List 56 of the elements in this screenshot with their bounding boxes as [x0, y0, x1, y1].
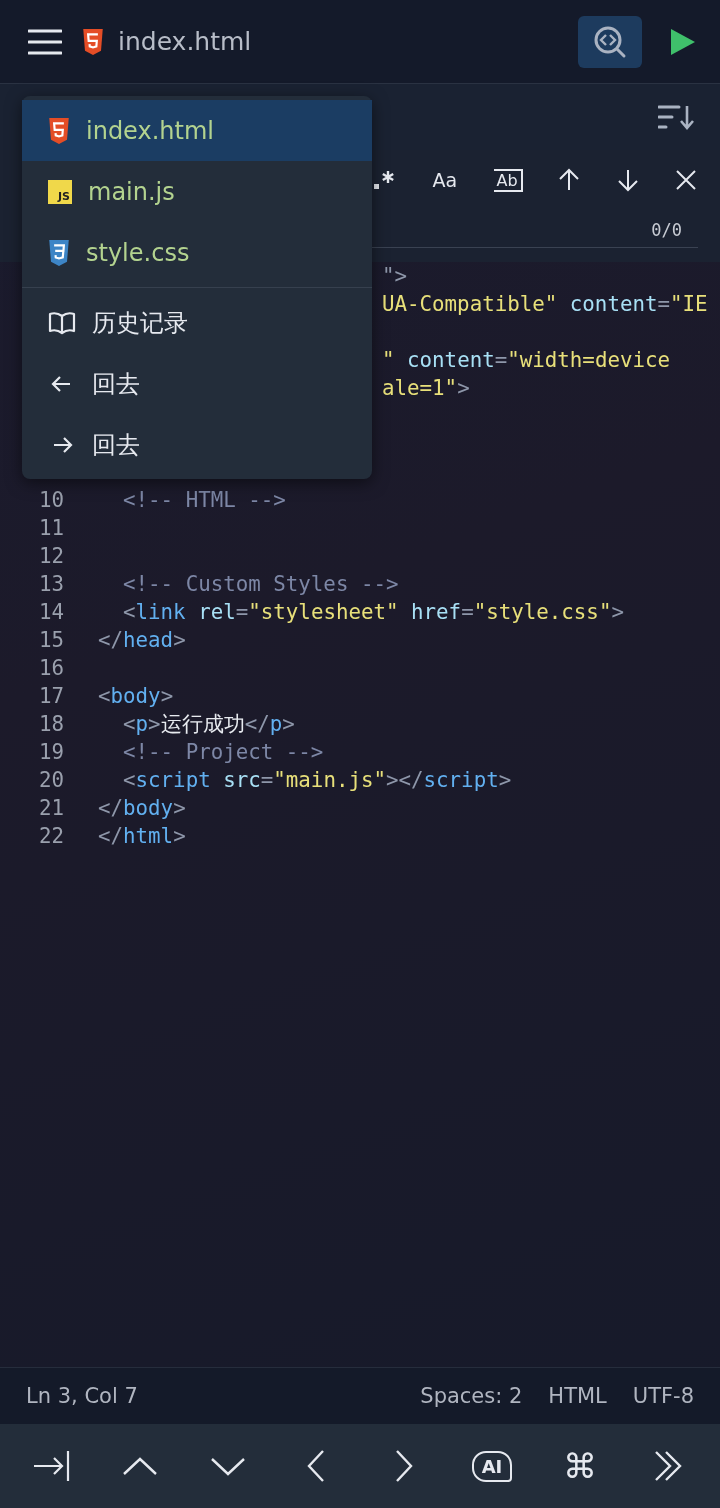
status-item[interactable]: UTF-8: [632, 1384, 694, 1408]
preview-button[interactable]: [578, 15, 642, 68]
code-line: </html>: [98, 824, 186, 848]
line-number: 22: [37, 824, 64, 848]
code-line: <!-- HTML -->: [122, 488, 286, 512]
close-icon[interactable]: [673, 168, 698, 192]
code-line: <p>运行成功</p>: [122, 711, 295, 738]
code-line: </head>: [98, 628, 186, 652]
code-line: UA-Compatible" content="IE: [382, 292, 708, 316]
status-item[interactable]: HTML: [548, 1384, 607, 1408]
book-icon: [48, 310, 76, 335]
menu-icon[interactable]: [28, 27, 62, 56]
line-number: 17: [37, 684, 64, 708]
code-line: <!-- Custom Styles -->: [122, 572, 399, 596]
line-number: 13: [37, 572, 64, 596]
menu-item[interactable]: 历史记录: [22, 292, 372, 353]
menu-item[interactable]: 回去: [22, 353, 372, 414]
code-line: ale=1">: [382, 376, 470, 400]
css-file-icon: [48, 239, 70, 266]
file-menu-item[interactable]: style.css: [22, 222, 372, 283]
sort-icon[interactable]: [658, 104, 694, 130]
status-item[interactable]: Spaces: 2: [420, 1384, 523, 1408]
code-line: <body>: [98, 684, 174, 708]
match-case-button[interactable]: Aa: [430, 167, 460, 193]
js-file-icon: JS: [48, 179, 72, 204]
line-number: 18: [37, 712, 64, 736]
line-number: 10: [37, 488, 64, 512]
code-line: <!-- Project -->: [122, 740, 324, 764]
line-number: 14: [37, 600, 64, 624]
line-number: 16: [37, 656, 64, 680]
code-line: ">: [382, 264, 408, 288]
line-number: 15: [37, 628, 64, 652]
regex-icon[interactable]: [372, 168, 396, 192]
code-line: </body>: [98, 796, 186, 820]
file-menu-item[interactable]: index.html: [22, 100, 372, 161]
arrow-down-icon[interactable]: [615, 168, 640, 192]
menu-item[interactable]: 回去: [22, 414, 372, 475]
tab-end-icon[interactable]: [32, 1449, 72, 1483]
file-menu-item[interactable]: JS main.js: [22, 161, 372, 222]
code-line: " content="width=device: [382, 348, 670, 372]
cursor-position: Ln 3, Col 7: [26, 1384, 138, 1408]
line-number: 20: [37, 768, 64, 792]
code-line: <link rel="stylesheet" href="style.css">: [122, 600, 624, 624]
line-number: 19: [37, 740, 64, 764]
whole-word-button[interactable]: Ab: [493, 168, 523, 192]
command-button[interactable]: ⌘: [563, 1446, 597, 1486]
match-count: 0/0: [651, 220, 682, 240]
ai-button[interactable]: AI: [471, 1450, 513, 1482]
html-file-icon: [48, 117, 70, 144]
code-line: <script src="main.js"></script>: [122, 768, 512, 792]
html-file-icon: [82, 28, 104, 55]
file-title: index.html: [118, 27, 252, 56]
line-number: 11: [37, 516, 64, 540]
line-number: 12: [37, 544, 64, 568]
line-number: 21: [37, 796, 64, 820]
play-icon[interactable]: [670, 27, 696, 56]
